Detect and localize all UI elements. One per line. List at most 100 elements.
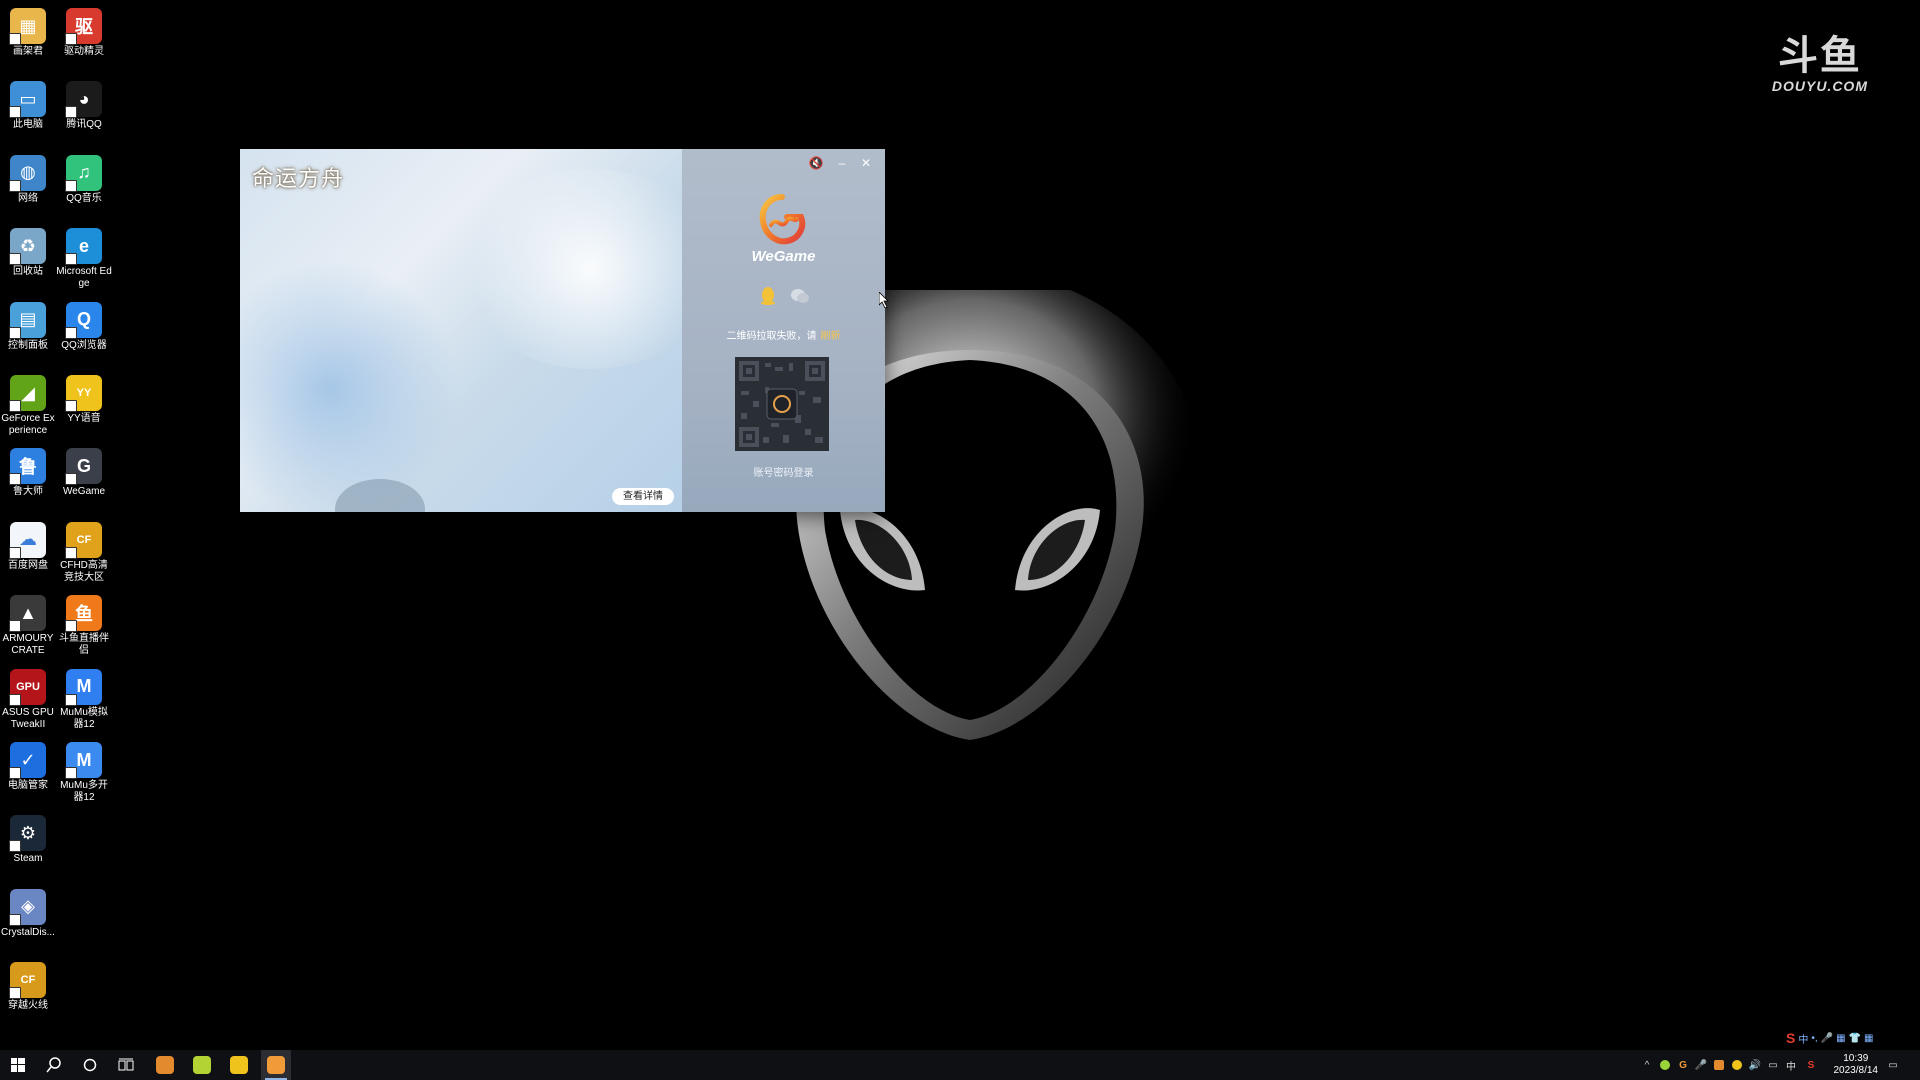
desktop-icon-asus-gpu-tweak[interactable]: GPU ASUS GPU TweakII xyxy=(0,665,56,731)
desktop-icon-recycle-bin[interactable]: ♻ 回收站 xyxy=(0,224,56,278)
ime-punct-icon[interactable]: •, xyxy=(1811,1033,1817,1044)
minimize-button[interactable]: – xyxy=(834,155,850,171)
tray-douyu-icon[interactable] xyxy=(1712,1058,1726,1072)
cfhd-icon: CF xyxy=(65,521,102,559)
ludashi-icon: 鲁 xyxy=(9,448,46,486)
desktop-icon-label: 鲁大师 xyxy=(13,486,43,498)
desktop-icon-edge[interactable]: e Microsoft Edge xyxy=(56,224,112,290)
desktop-icon-label: MuMu多开器12 xyxy=(60,780,108,803)
recycle-bin-icon: ♻ xyxy=(9,228,46,266)
tray-language-indicator[interactable]: 中 xyxy=(1784,1058,1798,1073)
taskbar-app-wegame[interactable] xyxy=(261,1050,291,1080)
taskbar-app-yy[interactable] xyxy=(224,1050,254,1080)
desktop-icon-label: 百度网盘 xyxy=(8,559,48,571)
desktop-icon-driver-genius[interactable]: 驱驱动精灵 xyxy=(56,4,112,58)
desktop-icon-label: Steam xyxy=(13,853,43,865)
douyu-companion-icon: 鱼 xyxy=(65,595,102,633)
ime-toolbar[interactable]: S 中 •, 🎤 ▦ 👕 ▦ xyxy=(1786,1028,1873,1048)
qq-login-icon[interactable] xyxy=(758,286,778,306)
desktop-icon-label: 电脑管家 xyxy=(8,780,48,791)
desktop-icon-crystaldisk[interactable]: ◈ CrystalDis... xyxy=(0,885,56,939)
desktop-icon-label: 驱动精灵 xyxy=(64,46,104,57)
notification-center-icon[interactable]: ▭ xyxy=(1886,1058,1900,1072)
desktop-icon-douyu-companion[interactable]: 鱼斗鱼直播伴侣 xyxy=(56,591,112,657)
mumu-emulator-icon: M xyxy=(65,668,102,706)
crossfire-icon: CF xyxy=(9,962,46,1000)
windows-start-icon[interactable] xyxy=(4,1050,32,1080)
desktop-icon-yy-voice[interactable]: YY YY语音 xyxy=(56,371,112,425)
desktop-icon-cfhd[interactable]: CF CFHD高清竞技大区 xyxy=(56,518,112,584)
douyu-app-icon xyxy=(156,1056,174,1074)
desktop-icon-geforce[interactable]: ◢ GeForce Experience xyxy=(0,371,56,437)
desktop-icon-label: CrystalDis... xyxy=(1,926,55,938)
driver-genius-icon: 驱 xyxy=(65,8,102,45)
account-password-login-link[interactable]: 账号密码登录 xyxy=(682,464,885,479)
desktop-icon-wegame[interactable]: G WeGame xyxy=(56,444,112,498)
tray-volume-icon[interactable]: 🔊 xyxy=(1748,1058,1762,1072)
game-title-logo: 命运方舟 xyxy=(252,167,345,192)
view-details-button[interactable]: 查看详情 xyxy=(612,488,674,505)
desktop-icon-pc-manager[interactable]: ✓ 电脑管家 xyxy=(0,738,56,792)
desktop-icon-control-panel[interactable]: ▤ 控制面板 xyxy=(0,298,56,352)
douyu-url-text: DOUYU.COM xyxy=(1771,78,1868,94)
clock-date: 2023/8/14 xyxy=(1833,1065,1879,1076)
desktop-icon-qq-penguin[interactable]: ◕ 腾讯QQ xyxy=(56,77,112,131)
armoury-crate-icon: ▲ xyxy=(9,595,46,633)
taskbar-app-geforce[interactable] xyxy=(187,1050,217,1080)
desktop-icon-mumu-multi[interactable]: M MuMu多开器12 xyxy=(56,738,112,804)
edge-icon: e xyxy=(65,228,102,266)
desktop-icon-label: WeGame xyxy=(62,486,106,498)
douyu-logo: 斗鱼 xyxy=(1777,33,1862,79)
desktop-icon-baidu-netdisk[interactable]: ☁ 百度网盘 xyxy=(0,518,56,572)
sogou-ime-icon[interactable]: S xyxy=(1786,1030,1795,1046)
geforce-icon: ◢ xyxy=(9,375,46,412)
ime-skin-icon[interactable]: 👕 xyxy=(1849,1033,1861,1044)
task-view-icon[interactable] xyxy=(112,1050,140,1080)
desktop-icon-label: GeForce Experience xyxy=(1,413,55,436)
desktop-icon-steam[interactable]: ⚙ Steam xyxy=(0,811,56,865)
ime-lang-indicator[interactable]: 中 xyxy=(1798,1031,1808,1046)
desktop-icon-label: ASUS GPU TweakII xyxy=(2,706,54,730)
desktop-icon-label: 控制面板 xyxy=(8,339,48,351)
qr-code[interactable] xyxy=(735,357,829,451)
desktop-icon-this-pc[interactable]: ▭ 此电脑 xyxy=(0,77,56,131)
search-icon[interactable] xyxy=(40,1050,68,1080)
asus-gpu-tweak-icon: GPU xyxy=(9,668,46,706)
wechat-login-icon[interactable] xyxy=(790,286,810,306)
desktop-icon-qq-browser[interactable]: Q QQ浏览器 xyxy=(56,298,112,352)
tray-sogou-icon[interactable]: S xyxy=(1804,1058,1818,1072)
tray-yy-icon[interactable] xyxy=(1730,1058,1744,1072)
qr-refresh-link[interactable]: 刷新 xyxy=(821,331,841,342)
wegame-login-window[interactable]: 命运方舟 查看详情 🔇 – ✕ WeGame 二维码拉取失败，请 刷新 账号密码… xyxy=(240,149,885,512)
crystaldisk-icon: ◈ xyxy=(9,888,46,926)
desktop-icon-folder-user[interactable]: ▦ 画架君 xyxy=(0,4,56,58)
tray-qqmusic-icon[interactable] xyxy=(1658,1058,1672,1072)
game-banner[interactable]: 命运方舟 查看详情 xyxy=(240,149,682,512)
desktop-icon-ludashi[interactable]: 鲁鲁大师 xyxy=(0,444,56,498)
taskbar: ^ G 🎤 🔊 ▭ 中 S 10:39 2023/8/14 ▭ xyxy=(0,1050,1920,1080)
desktop-icon-label: 画架君 xyxy=(13,46,43,57)
taskbar-app-douyu[interactable] xyxy=(150,1050,180,1080)
tray-network-icon[interactable]: ▭ xyxy=(1766,1058,1780,1072)
tray-wegame-icon[interactable]: G xyxy=(1676,1058,1690,1072)
ime-mic-icon[interactable]: 🎤 xyxy=(1821,1033,1833,1044)
cortana-icon[interactable] xyxy=(76,1050,104,1080)
pc-manager-icon: ✓ xyxy=(9,742,46,779)
desktop-icon-qq-music[interactable]: ♫ QQ音乐 xyxy=(56,151,112,205)
wegame-logo-icon xyxy=(759,194,806,245)
wegame-icon: G xyxy=(65,448,102,486)
mute-icon[interactable]: 🔇 xyxy=(808,155,824,171)
ime-menu-icon[interactable]: ▦ xyxy=(1864,1033,1873,1044)
desktop-icon-crossfire[interactable]: CF 穿越火线 xyxy=(0,958,56,1012)
close-button[interactable]: ✕ xyxy=(858,155,874,171)
qq-music-icon: ♫ xyxy=(65,154,102,192)
desktop-icon-label: QQ音乐 xyxy=(66,192,102,204)
network-icon: ◍ xyxy=(9,154,46,192)
tray-overflow-chevron-icon[interactable]: ^ xyxy=(1640,1058,1654,1072)
desktop-icon-network[interactable]: ◍ 网络 xyxy=(0,151,56,205)
desktop-icon-mumu-emulator[interactable]: M MuMu模拟器12 xyxy=(56,665,112,731)
tray-mic-icon[interactable]: 🎤 xyxy=(1694,1058,1708,1072)
taskbar-clock[interactable]: 10:39 2023/8/14 xyxy=(1834,1053,1879,1077)
desktop-icon-armoury-crate[interactable]: ▲ ARMOURY CRATE xyxy=(0,591,56,657)
ime-keyboard-icon[interactable]: ▦ xyxy=(1836,1033,1845,1044)
